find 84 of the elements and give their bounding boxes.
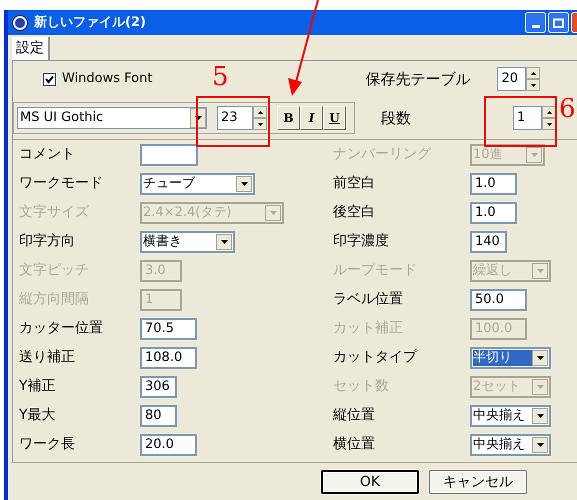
minimize-button[interactable] [525, 12, 546, 33]
dropdown-arrow-icon [270, 210, 276, 214]
spin-down-button[interactable] [526, 79, 540, 91]
dropdown-button[interactable] [532, 408, 548, 424]
dropdown-button[interactable] [216, 234, 232, 250]
dropdown-arrow-icon [536, 414, 544, 418]
dialog-button[interactable]: キャンセル [429, 470, 527, 494]
minimize-icon [532, 25, 540, 28]
dropdown-button[interactable] [532, 436, 548, 452]
input-field[interactable]: 1.0 [470, 172, 517, 194]
window-title: 新しいファイル(2) [34, 14, 146, 32]
dropdown-field[interactable]: 半切り [470, 346, 551, 368]
field-label: 印字濃度 [333, 232, 390, 251]
input-field[interactable]: 1.0 [470, 202, 517, 224]
field-label: カット補正 [333, 319, 404, 338]
field-label: カットタイプ [333, 348, 418, 367]
checkbox[interactable] [43, 72, 56, 86]
annotation-number: 6 [559, 94, 576, 124]
spin-up-button[interactable] [526, 67, 540, 79]
maximize-button[interactable] [548, 12, 569, 33]
up-arrow-icon [258, 110, 262, 114]
dropdown-button[interactable] [236, 176, 252, 192]
dropdown-arrow-icon [536, 442, 544, 446]
style-button[interactable]: B [277, 106, 300, 130]
field-label: ワークモード [19, 174, 104, 193]
dropdown-arrow-icon [194, 116, 202, 120]
dropdown-arrow-icon [536, 268, 544, 272]
spin-up-button[interactable] [253, 106, 267, 118]
input-field[interactable]: 20.0 [140, 434, 197, 456]
input-field[interactable]: 80 [140, 404, 177, 426]
dropdown-field[interactable]: 中央揃え [470, 404, 551, 426]
field-label: Y最大 [19, 406, 57, 425]
check-icon [45, 74, 54, 84]
input-field[interactable] [140, 144, 198, 166]
dropdown-arrow-icon [536, 356, 544, 360]
field-label: セット数 [333, 377, 390, 396]
field-label: Y補正 [19, 377, 57, 396]
font-dropdown[interactable]: MS UI Gothic [17, 107, 207, 129]
field-label: 文字ピッチ [19, 261, 90, 280]
spin-up-button[interactable] [542, 106, 556, 118]
up-arrow-icon [530, 72, 536, 74]
field-label: 送り補正 [19, 348, 76, 367]
dropdown-arrow-icon [530, 152, 538, 156]
field-label: 縦方向間隔 [19, 290, 90, 309]
field-label: カッター位置 [19, 319, 104, 338]
field-label: 後空白 [333, 203, 376, 222]
field-label: 前空白 [333, 174, 376, 193]
dropdown-arrow-icon [536, 384, 544, 388]
field-label: コメント [19, 145, 76, 164]
maximize-icon [553, 18, 564, 28]
spin-down-button[interactable] [542, 118, 556, 130]
field-label: 横位置 [333, 435, 376, 454]
style-button[interactable]: U [323, 106, 346, 130]
dialog-button[interactable]: OK [321, 470, 419, 494]
field-label: ループモード [333, 261, 418, 280]
field-label: 印字方向 [19, 232, 76, 251]
spin-down-button[interactable] [253, 118, 267, 130]
field-label: 段数 [381, 108, 412, 129]
dropdown-field[interactable]: 横書き [140, 230, 235, 252]
app-icon [12, 14, 28, 30]
input-field[interactable]: 108.0 [140, 346, 197, 368]
input-field[interactable]: 140 [470, 230, 507, 252]
field-label: 保存先テーブル [365, 68, 472, 90]
field-label: 縦位置 [333, 406, 376, 425]
input-field[interactable]: 70.5 [140, 318, 197, 340]
down-arrow-icon [546, 122, 552, 126]
tab[interactable]: 設定 [12, 37, 50, 60]
down-arrow-icon [530, 84, 536, 86]
dropdown-button[interactable] [532, 350, 548, 366]
dropdown-field[interactable]: 中央揃え [470, 434, 551, 456]
annotation-number: 5 [212, 62, 229, 92]
down-arrow-icon [258, 122, 262, 126]
field-label: ナンバーリング [333, 145, 432, 164]
dropdown-field[interactable]: チューブ [140, 172, 255, 194]
checkbox-label: Windows Font [62, 70, 152, 88]
field-label: ワーク長 [19, 435, 76, 454]
field-label: 文字サイズ [19, 203, 90, 222]
style-button[interactable]: I [300, 106, 323, 130]
field-label: ラベル位置 [333, 290, 404, 309]
up-arrow-icon [546, 110, 552, 114]
input-field[interactable]: 50.0 [470, 288, 527, 310]
input-field[interactable]: 306 [140, 376, 177, 398]
dropdown-arrow-icon [240, 182, 248, 186]
dropdown-arrow-icon [220, 240, 228, 244]
